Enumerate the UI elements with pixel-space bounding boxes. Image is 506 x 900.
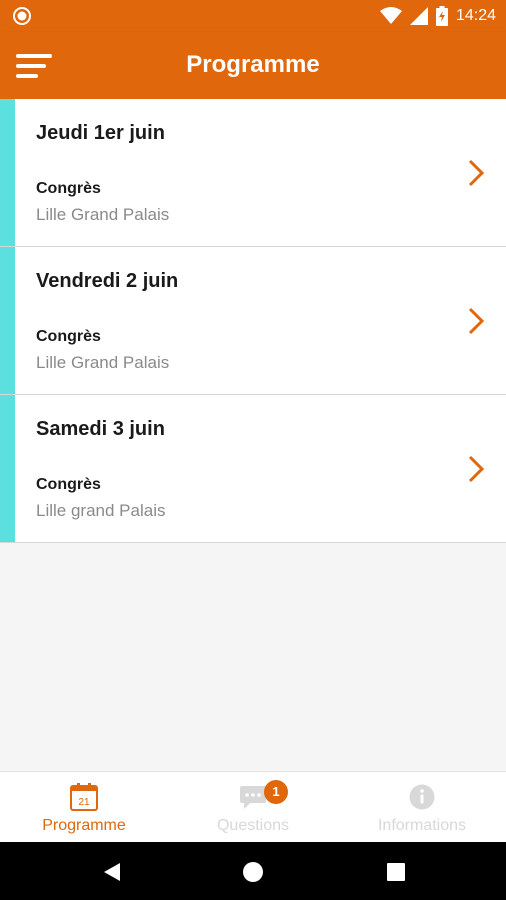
tab-questions[interactable]: 1 Questions xyxy=(169,772,337,843)
event-place: Lille Grand Palais xyxy=(36,353,170,372)
signal-icon xyxy=(409,7,428,25)
tab-informations[interactable]: Informations xyxy=(338,772,506,843)
info-icon xyxy=(409,784,435,810)
system-navigation-bar xyxy=(0,842,506,900)
tab-informations-label: Informations xyxy=(377,817,467,834)
event-type: Congrès xyxy=(36,476,101,493)
event-type: Congrès xyxy=(36,180,101,197)
event-type: Congrès xyxy=(36,328,101,345)
page-title: Programme xyxy=(186,51,320,78)
wifi-icon xyxy=(379,7,402,24)
tab-programme-label: Programme xyxy=(42,817,126,834)
back-icon[interactable] xyxy=(101,861,123,883)
list-item[interactable]: Samedi 3 juin Congrès Lille grand Palais xyxy=(0,395,506,543)
recents-icon[interactable] xyxy=(385,861,407,883)
chevron-right-icon xyxy=(468,159,485,187)
status-time: 14:24 xyxy=(455,7,496,24)
row-accent-bar xyxy=(0,99,15,246)
chevron-right-icon xyxy=(468,455,485,483)
tab-questions-label: Questions xyxy=(216,817,290,834)
bottom-navigation: 21 Programme 1 Questions Informations xyxy=(0,771,506,842)
chevron-right-icon xyxy=(468,307,485,335)
calendar-icon: 21 xyxy=(70,783,98,811)
tab-programme[interactable]: 21 Programme xyxy=(0,772,168,843)
event-day: Jeudi 1er juin xyxy=(36,122,165,144)
list-item[interactable]: Jeudi 1er juin Congrès Lille Grand Palai… xyxy=(0,99,506,247)
event-list: Jeudi 1er juin Congrès Lille Grand Palai… xyxy=(0,99,506,543)
row-accent-bar xyxy=(0,395,15,542)
event-day: Vendredi 2 juin xyxy=(36,270,179,292)
app-bar: Programme xyxy=(0,32,506,99)
notification-icon xyxy=(13,7,31,25)
row-accent-bar xyxy=(0,247,15,394)
home-icon[interactable] xyxy=(242,861,264,883)
battery-icon xyxy=(435,6,448,26)
svg-text:21: 21 xyxy=(78,797,90,808)
event-day: Samedi 3 juin xyxy=(36,418,165,440)
notification-badge: 1 xyxy=(264,780,288,804)
event-place: Lille Grand Palais xyxy=(36,205,170,224)
status-bar: 14:24 xyxy=(0,0,506,32)
event-place: Lille grand Palais xyxy=(36,501,166,520)
chat-icon xyxy=(240,786,266,809)
list-item[interactable]: Vendredi 2 juin Congrès Lille Grand Pala… xyxy=(0,247,506,395)
